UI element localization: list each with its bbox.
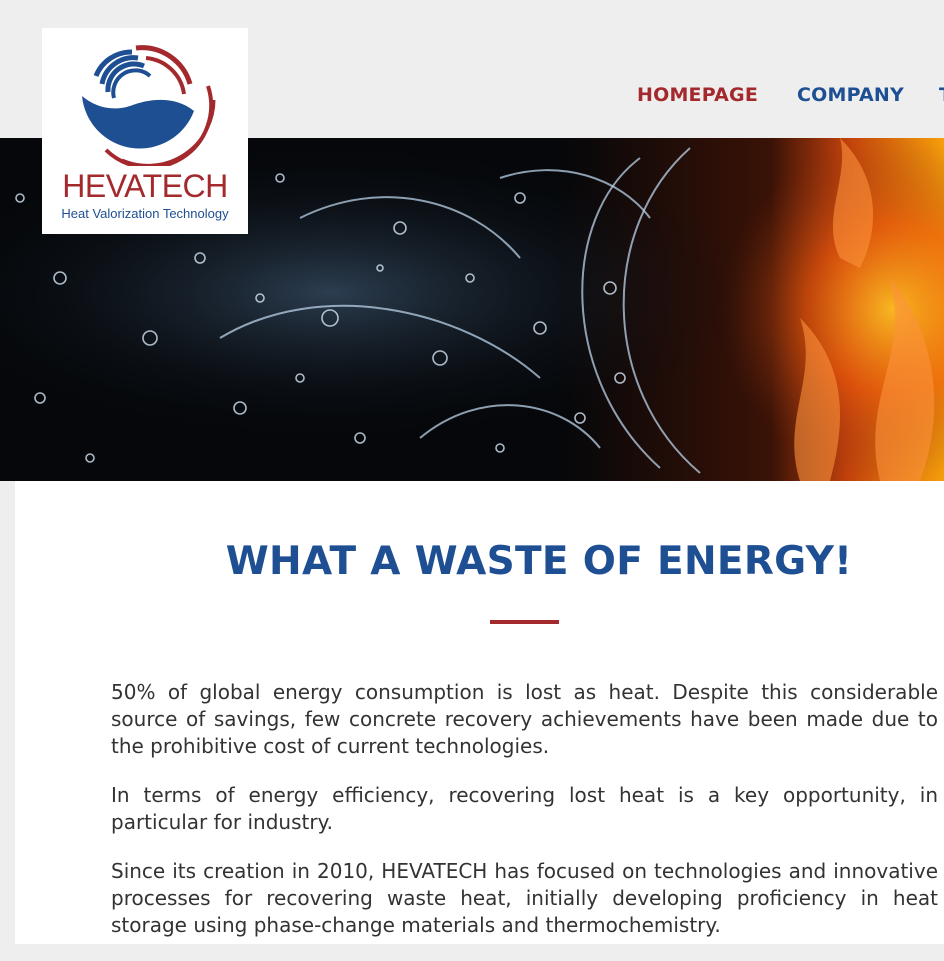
nav-item-company[interactable]: COMPANY (797, 84, 904, 106)
swirl-logo-icon (82, 45, 216, 166)
main-content: WHAT A WASTE OF ENERGY! 50% of global en… (15, 481, 944, 944)
title-divider (490, 620, 559, 624)
paragraph: Since its creation in 2010, HEVATECH has… (111, 859, 938, 937)
site-logo[interactable]: HEVATECH Heat Valorization Technology (42, 28, 248, 234)
page-title: WHAT A WASTE OF ENERGY! (225, 539, 853, 584)
logo-tagline: Heat Valorization Technology (61, 206, 229, 221)
paragraph: 50% of global energy consumption is lost… (111, 680, 938, 758)
nav-item-next[interactable]: T (939, 84, 944, 106)
intro-text: 50% of global energy consumption is lost… (111, 679, 938, 961)
paragraph: In terms of energy efficiency, recoverin… (111, 783, 938, 834)
nav-item-homepage[interactable]: HOMEPAGE (637, 84, 758, 106)
logo-wordmark: HEVATECH (62, 168, 228, 204)
